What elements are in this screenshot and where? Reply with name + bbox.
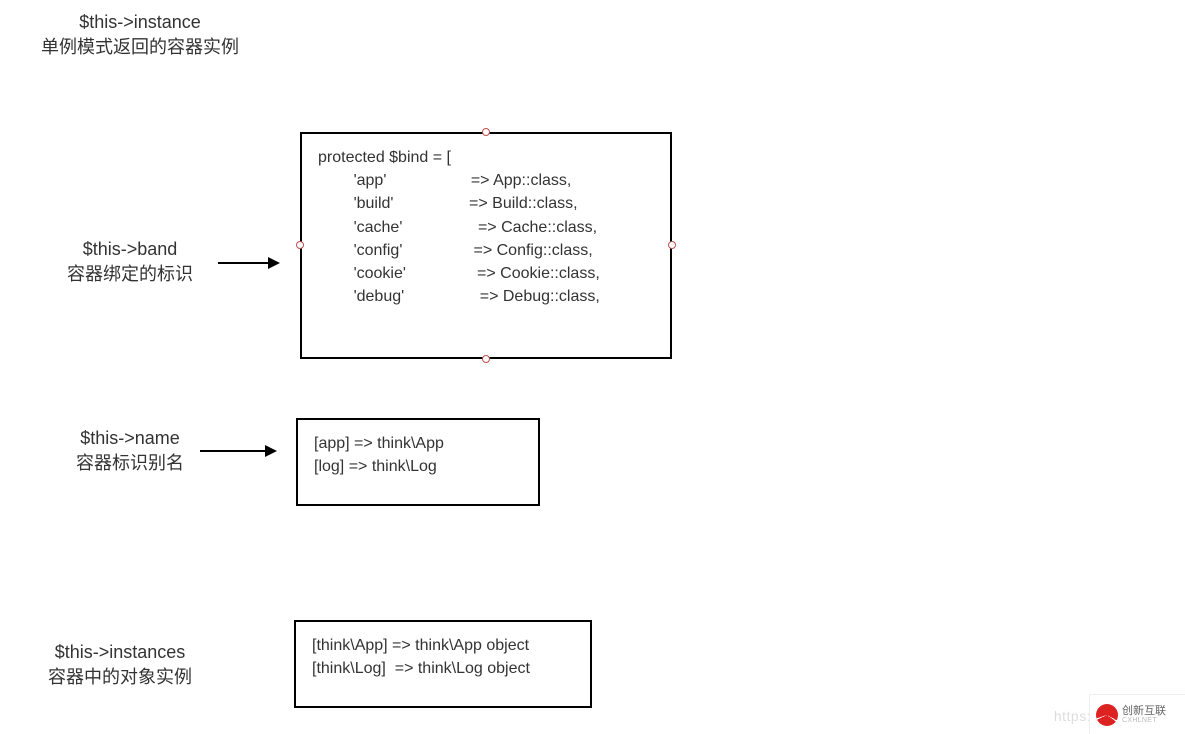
arrow-name — [200, 450, 275, 452]
arrow-bind — [218, 262, 278, 264]
label-bind: $this->band 容器绑定的标识 — [30, 237, 230, 287]
box-bind-code: protected $bind = [ 'app' => App::class,… — [318, 146, 654, 308]
handle-left — [296, 241, 304, 249]
logo-text-wrap: 创新互联 CXHLNET — [1122, 705, 1166, 724]
box-instances: [think\App] => think\App object [think\L… — [294, 620, 592, 708]
box-name-code: [app] => think\App [log] => think\Log — [314, 432, 522, 478]
logo-icon — [1096, 704, 1118, 726]
handle-top — [482, 128, 490, 136]
handle-right — [668, 241, 676, 249]
logo-name: 创新互联 — [1122, 705, 1166, 717]
label-instances: $this->instances 容器中的对象实例 — [20, 640, 220, 690]
label-instances-desc: 容器中的对象实例 — [20, 665, 220, 690]
label-instances-var: $this->instances — [20, 640, 220, 665]
box-name: [app] => think\App [log] => think\Log — [296, 418, 540, 506]
label-instance: $this->instance 单例模式返回的容器实例 — [40, 10, 240, 60]
label-name-desc: 容器标识别名 — [30, 451, 230, 476]
logo-sub: CXHLNET — [1122, 717, 1166, 724]
handle-bottom — [482, 355, 490, 363]
label-instance-desc: 单例模式返回的容器实例 — [40, 35, 240, 60]
logo-badge: 创新互联 CXHLNET — [1089, 694, 1185, 734]
box-instances-code: [think\App] => think\App object [think\L… — [312, 634, 574, 680]
label-instance-var: $this->instance — [40, 10, 240, 35]
label-name-var: $this->name — [30, 426, 230, 451]
box-bind: protected $bind = [ 'app' => App::class,… — [300, 132, 672, 359]
label-bind-desc: 容器绑定的标识 — [30, 262, 230, 287]
label-bind-var: $this->band — [30, 237, 230, 262]
